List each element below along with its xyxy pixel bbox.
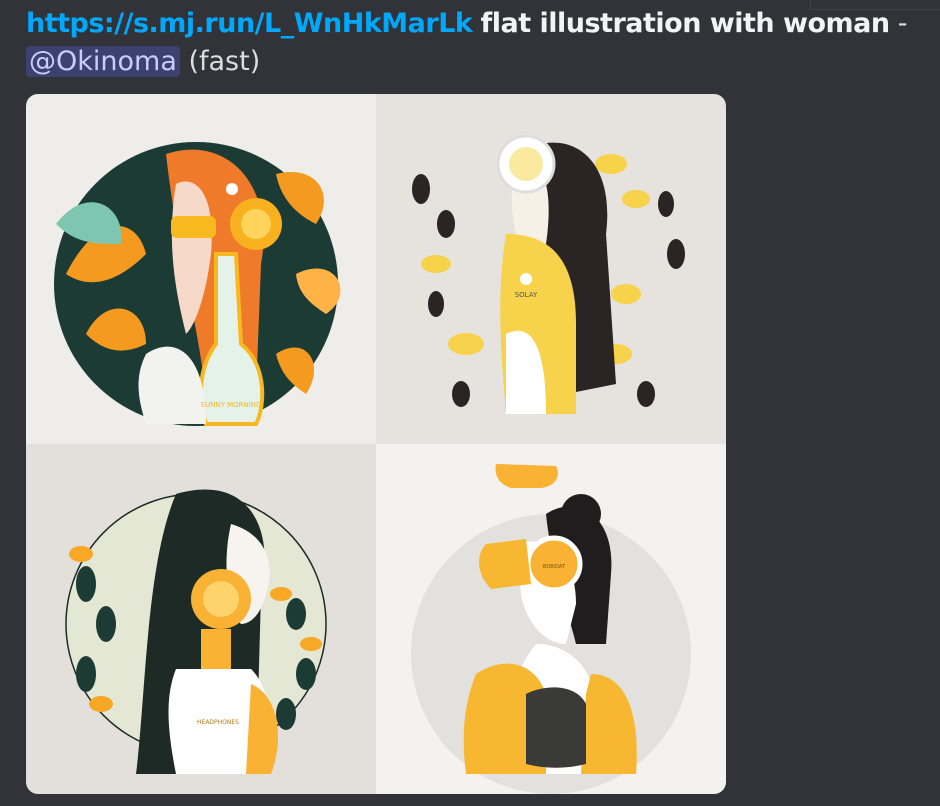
- prompt-text: flat illustration with woman: [480, 8, 890, 39]
- image-tile-4[interactable]: BOBIDAT: [376, 444, 726, 794]
- bottle-label: HEADPHONES: [197, 719, 239, 726]
- bottle-label: SOLAY: [515, 291, 538, 299]
- image-tile-2[interactable]: SOLAY: [376, 94, 726, 444]
- message: https://s.mj.run/L_WnHkMarLk flat illust…: [26, 4, 926, 82]
- illustration-3: HEADPHONES: [26, 444, 376, 794]
- illustration-4: BOBIDAT: [376, 444, 726, 794]
- message-line: https://s.mj.run/L_WnHkMarLk flat illust…: [26, 4, 926, 44]
- user-mention[interactable]: @Okinoma: [26, 46, 180, 77]
- image-tile-3[interactable]: HEADPHONES: [26, 444, 376, 794]
- illustration-1: SUNNY MORNING: [26, 94, 376, 444]
- image-grid[interactable]: SUNNY MORNING SOLAY HEADPHONES BOBIDAT: [26, 94, 726, 794]
- illustration-2: SOLAY: [376, 94, 726, 444]
- image-tile-1[interactable]: SUNNY MORNING: [26, 94, 376, 444]
- prompt-link[interactable]: https://s.mj.run/L_WnHkMarLk: [26, 8, 473, 39]
- bottle-label: SUNNY MORNING: [201, 401, 262, 409]
- speed-label: (fast): [188, 46, 261, 77]
- lens-label: BOBIDAT: [543, 564, 566, 570]
- message-line-2: @Okinoma (fast): [26, 42, 926, 82]
- separator: -: [897, 8, 908, 39]
